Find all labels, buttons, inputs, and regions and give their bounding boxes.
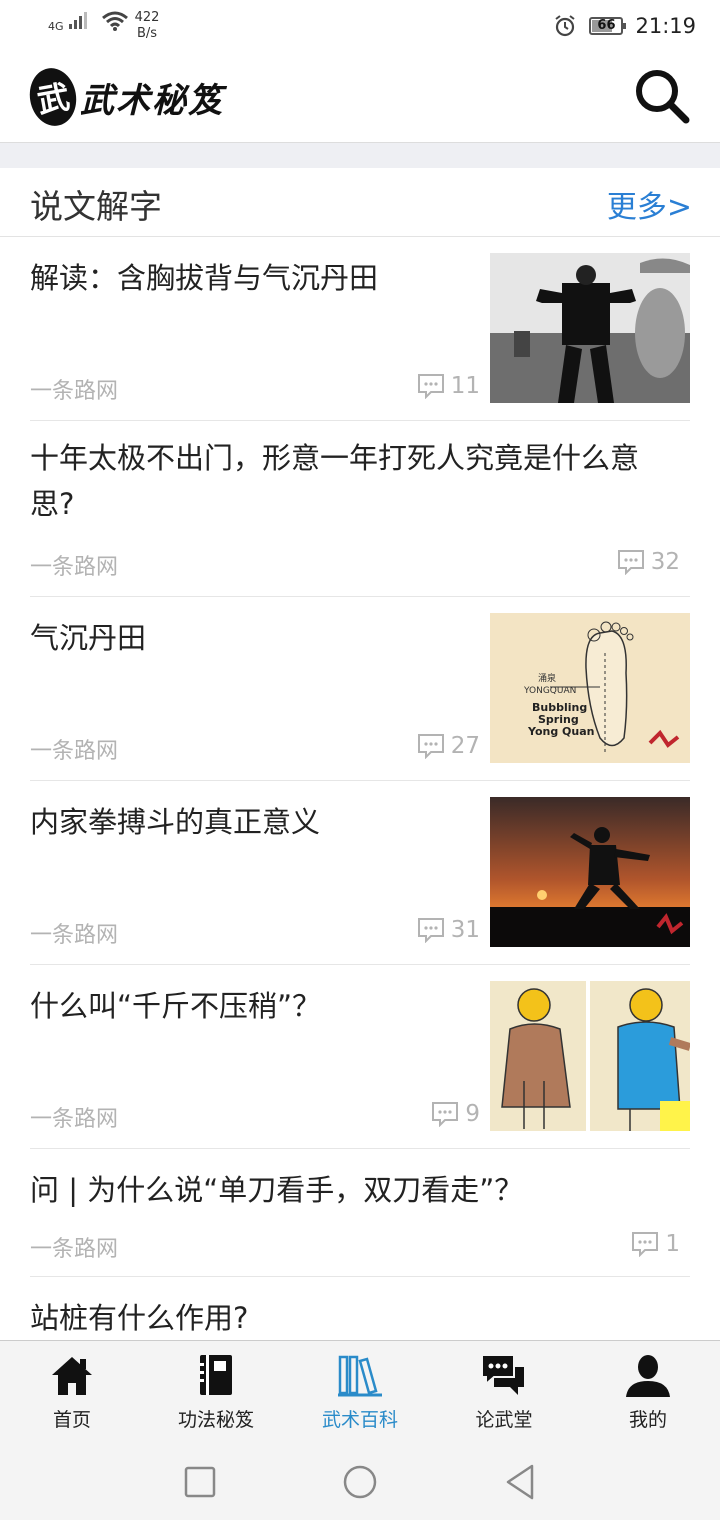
- comment-count: 1: [631, 1231, 680, 1257]
- sunset-silhouette-image: [490, 797, 690, 947]
- chat-icon: [481, 1354, 524, 1395]
- thumb-text: 涌泉: [538, 672, 556, 684]
- network-speed: 422 B/s: [135, 10, 160, 42]
- article-title: 站桩有什么作用?: [30, 1301, 249, 1335]
- comment-number: 9: [465, 1101, 480, 1127]
- tab-home[interactable]: 首页: [0, 1341, 144, 1441]
- foot-diagram-image: 涌泉 YONGQUAN Bubbling Spring Yong Quan: [490, 613, 690, 763]
- tab-forum[interactable]: 论武堂: [432, 1341, 576, 1441]
- article-source: 一条路网: [30, 739, 119, 764]
- tab-label: 首页: [52, 1409, 91, 1431]
- comment-icon: [417, 734, 444, 759]
- section-header: 说文解字 更多>: [0, 168, 720, 237]
- article-item[interactable]: 什么叫“千斤不压稍”？ 一条路网 9: [30, 965, 690, 1149]
- comment-icon: [432, 1102, 459, 1127]
- wifi-icon: [101, 11, 128, 31]
- article-title: 气沉丹田: [30, 621, 147, 655]
- status-bar: 4G 422 B/s 66 21:19: [0, 0, 720, 54]
- tab-label: 武术百科: [321, 1409, 398, 1431]
- comment-count: 9: [431, 1101, 480, 1127]
- clock: 21:19: [635, 14, 696, 38]
- article-thumbnail[interactable]: 涌泉 YONGQUAN Bubbling Spring Yong Quan: [490, 613, 690, 763]
- book-icon: [200, 1355, 232, 1395]
- search-icon[interactable]: [632, 66, 692, 126]
- article-item[interactable]: 内家拳搏斗的真正意义 一条路网 31: [30, 781, 690, 965]
- article-title: 十年太极不出门，形意一年打死人究竟是什么意思?: [30, 441, 640, 521]
- logo-seal: 武: [25, 64, 81, 130]
- tab-encyclopedia[interactable]: 武术百科: [288, 1341, 432, 1441]
- thumbnail-image: [490, 253, 690, 403]
- article-item[interactable]: 问 | 为什么说“单刀看手，双刀看走”？ 一条路网 1: [30, 1149, 690, 1277]
- library-icon: [338, 1355, 382, 1397]
- article-source: 一条路网: [30, 1107, 119, 1132]
- recents-icon[interactable]: [180, 1462, 220, 1502]
- alarm-icon: [555, 15, 576, 37]
- comment-number: 32: [650, 549, 680, 575]
- comment-number: 31: [450, 917, 480, 943]
- comment-icon: [417, 918, 444, 943]
- network-type: 4G: [48, 20, 64, 33]
- article-source: 一条路网: [30, 923, 119, 948]
- article-list: 解读：含胸拔背与气沉丹田 一条路网 11 十年太极不出门，形意一年打死人究竟是什…: [0, 237, 720, 1347]
- cartoon-figures-image: [490, 981, 690, 1131]
- comment-count: 32: [617, 549, 680, 575]
- speed-unit: B/s: [137, 26, 158, 41]
- signal-icon: 4G: [48, 10, 95, 34]
- article-thumbnail[interactable]: [490, 797, 690, 947]
- status-left: 4G 422 B/s: [48, 10, 159, 42]
- comment-number: 11: [450, 373, 480, 399]
- comment-count: 27: [417, 733, 480, 759]
- section-divider: [0, 143, 720, 168]
- article-title: 内家拳搏斗的真正意义: [30, 805, 321, 839]
- comment-count: 11: [417, 373, 480, 399]
- back-icon[interactable]: [500, 1462, 540, 1502]
- article-title: 问 | 为什么说“单刀看手，双刀看走”？: [30, 1173, 524, 1207]
- article-item[interactable]: 十年太极不出门，形意一年打死人究竟是什么意思? 一条路网 32: [30, 421, 690, 597]
- comment-icon: [617, 550, 644, 575]
- app-header: 武 武术秘笈: [0, 54, 720, 143]
- more-link[interactable]: 更多>: [607, 182, 692, 226]
- article-source: 一条路网: [30, 555, 119, 580]
- article-item[interactable]: 站桩有什么作用?: [30, 1277, 690, 1347]
- status-right: 66 21:19: [553, 14, 696, 38]
- article-thumbnail[interactable]: [490, 253, 690, 403]
- comment-count: 31: [417, 917, 480, 943]
- signal-bars-icon: [68, 12, 87, 29]
- tab-label: 我的: [628, 1409, 667, 1431]
- app-logo: 武 武术秘笈: [25, 64, 224, 130]
- comment-icon: [632, 1232, 659, 1257]
- tab-profile[interactable]: 我的: [576, 1341, 720, 1441]
- battery-icon: 66: [589, 17, 627, 35]
- section-title: 说文解字: [30, 187, 162, 226]
- battery-level: 66: [597, 18, 616, 33]
- article-source: 一条路网: [30, 379, 119, 404]
- app-title: 武术秘笈: [80, 80, 224, 121]
- article-source: 一条路网: [30, 1237, 119, 1262]
- home-icon: [52, 1357, 92, 1395]
- home-nav-icon[interactable]: [340, 1462, 380, 1502]
- system-nav-bar: [0, 1440, 720, 1520]
- user-icon: [626, 1355, 670, 1397]
- article-item[interactable]: 气沉丹田 一条路网 27 涌泉 YONGQUAN Bubbling Spring…: [30, 597, 690, 781]
- comment-number: 27: [450, 733, 480, 759]
- article-title: 解读：含胸拔背与气沉丹田: [30, 261, 379, 295]
- thumb-text: Yong Quan: [527, 725, 594, 738]
- bottom-tab-bar: 首页 功法秘笈 武术百科 论武堂 我的: [0, 1340, 720, 1441]
- article-title: 什么叫“千斤不压稍”？: [30, 989, 322, 1023]
- comment-number: 1: [665, 1231, 680, 1257]
- article-thumbnail[interactable]: [490, 981, 690, 1131]
- tab-label: 论武堂: [475, 1409, 533, 1431]
- speed-value: 422: [134, 10, 160, 25]
- tab-label: 功法秘笈: [177, 1409, 254, 1431]
- comment-icon: [417, 374, 444, 399]
- thumb-text: YONGQUAN: [523, 686, 576, 696]
- tab-methods[interactable]: 功法秘笈: [144, 1341, 288, 1441]
- article-item[interactable]: 解读：含胸拔背与气沉丹田 一条路网 11: [30, 237, 690, 421]
